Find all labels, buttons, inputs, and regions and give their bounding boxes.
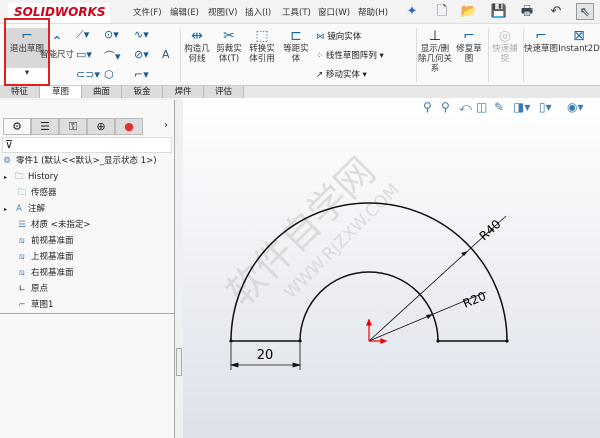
expand-icon[interactable]: ▸ xyxy=(4,206,7,213)
sensor-folder-icon: 🗀 xyxy=(17,188,27,198)
circle-icon[interactable]: ⊙▾ xyxy=(104,28,119,41)
feature-manager-panel: ⚙ ☰ ⚿ ⊕ ● › ⊽ ⚙ 零件1 (默认<<默认>_显示状态 1>) ▸ 🗀 H… xyxy=(0,100,175,438)
tree-item-history[interactable]: ▸ 🗀 History xyxy=(4,170,58,184)
open-icon[interactable]: 📂 xyxy=(460,3,478,20)
dimxpert-tab-icon[interactable]: ⊕ xyxy=(87,118,115,135)
dimension-r20-text[interactable]: R20 xyxy=(461,289,488,311)
text-icon[interactable]: A xyxy=(162,48,170,61)
menu-help[interactable]: 帮助(H) xyxy=(358,6,388,18)
highlight-box xyxy=(4,18,50,86)
command-manager: ⌐ 退出草图 ▾ ⌃ 智能尺寸 ⟋▾ ⊙▾ ∿▾ ▭▾ ⌒▾ ⊘▾ A ⊂⊃▾ ⬡ … xyxy=(0,24,600,86)
rapid-sketch-icon: ⌐ xyxy=(535,28,547,44)
tree-item-origin[interactable]: ∟ 原点 xyxy=(16,282,48,296)
construction-icon: ⇹ xyxy=(191,28,203,44)
convert-entities-button[interactable]: ⬚ 转换实体引用 xyxy=(247,28,277,64)
filter-icon[interactable]: ⊽ xyxy=(2,137,172,153)
menu-tools[interactable]: 工具(T) xyxy=(282,6,311,18)
save-icon[interactable]: 💾 xyxy=(490,3,508,20)
plane-icon: ⧅ xyxy=(19,236,25,246)
undo-icon[interactable]: ↶ xyxy=(547,3,565,20)
tab-weldments[interactable]: 焊件 xyxy=(163,86,204,98)
plane-icon: ⧅ xyxy=(19,268,25,278)
tree-root[interactable]: ⚙ 零件1 (默认<<默认>_显示状态 1>) xyxy=(1,154,156,168)
trim-icon: ✂ xyxy=(223,28,235,44)
plane-icon: ⧅ xyxy=(19,252,25,262)
mirror-entities-button[interactable]: ⋈ 镜向实体 xyxy=(316,30,361,42)
instant2d-icon: ⊠ xyxy=(573,28,585,44)
origin-icon xyxy=(366,318,388,344)
tab-surfaces[interactable]: 曲面 xyxy=(82,86,122,98)
feature-manager-tab-icon[interactable]: ⚙ xyxy=(3,118,31,135)
tab-sketch[interactable]: 草图 xyxy=(40,86,82,98)
command-tabs: 特征 草图 曲面 钣金 焊件 评估 xyxy=(0,86,600,98)
tree-item-material[interactable]: ☰ 材质 <未指定> xyxy=(16,218,90,232)
show-delete-relations-button[interactable]: ⊥ 显示/删除几何关系 xyxy=(418,28,452,74)
repair-sketch-button[interactable]: ⌐ 修复草图 xyxy=(454,28,484,64)
tree-item-right-plane[interactable]: ⧅ 右视基准面 xyxy=(16,266,73,280)
instant2d-button[interactable]: ⊠ Instant2D xyxy=(558,28,600,54)
tree-item-sketch1[interactable]: ⌐ 草图1 xyxy=(16,298,53,312)
relations-icon: ⊥ xyxy=(428,28,442,44)
tree-item-sensors[interactable]: 🗀 传感器 xyxy=(16,186,57,200)
arc-icon[interactable]: ⌒▾ xyxy=(104,48,121,64)
line-icon[interactable]: ⟋▾ xyxy=(76,28,89,42)
tab-evaluate[interactable]: 评估 xyxy=(204,86,244,98)
annotation-icon: A xyxy=(16,204,22,214)
material-icon: ☰ xyxy=(18,220,26,230)
dimension-20-text[interactable]: 20 xyxy=(257,348,274,363)
expand-icon[interactable]: ▸ xyxy=(4,174,7,181)
move-icon: ↗ xyxy=(316,70,326,80)
sketch-icon: ⌐ xyxy=(18,300,26,310)
select-icon[interactable]: ⇖ xyxy=(576,3,594,20)
linear-pattern-button[interactable]: ⁘ 线性草图阵列 ▾ xyxy=(316,49,384,61)
new-document-icon[interactable]: 🗋 xyxy=(433,3,451,20)
menu-insert[interactable]: 插入(I) xyxy=(245,6,271,18)
ellipse-icon[interactable]: ⊘▾ xyxy=(134,48,149,61)
spline-icon[interactable]: ∿▾ xyxy=(134,28,149,41)
print-icon[interactable]: 🖶 xyxy=(518,3,536,20)
move-entities-button[interactable]: ↗ 移动实体 ▾ xyxy=(316,68,367,80)
rapid-sketch-button[interactable]: ⌐ 快速草图 xyxy=(524,28,558,54)
part-icon: ⚙ xyxy=(3,156,11,166)
panel-splitter-handle[interactable] xyxy=(176,348,182,376)
property-manager-tab-icon[interactable]: ☰ xyxy=(31,118,59,135)
sketch-drawing: 软件自学网 WWW.RJZXW.COM 20 R40 R20 xyxy=(218,149,509,370)
fillet-icon[interactable]: ⌐▾ xyxy=(134,68,149,81)
tab-features[interactable]: 特征 xyxy=(0,86,40,98)
history-folder-icon: 🗀 xyxy=(14,172,24,182)
menu-view[interactable]: 视图(V) xyxy=(208,6,237,18)
pattern-icon: ⁘ xyxy=(316,51,326,61)
appearance-tab-icon[interactable]: ● xyxy=(115,118,143,135)
construction-geometry-button[interactable]: ⇹ 构造几何线 xyxy=(183,28,211,64)
pin-icon[interactable]: ✦ xyxy=(403,3,421,20)
origin-icon: ∟ xyxy=(18,284,26,294)
quick-snaps-icon: ◎ xyxy=(498,28,512,44)
title-bar: SOLIDWORKS 文件(F) 编辑(E) 视图(V) 插入(I) 工具(T)… xyxy=(0,0,600,24)
quick-snaps-button[interactable]: ◎ 快速捕捉 xyxy=(490,28,520,64)
convert-icon: ⬚ xyxy=(255,28,269,44)
configuration-manager-tab-icon[interactable]: ⚿ xyxy=(59,118,87,135)
tree-item-front-plane[interactable]: ⧅ 前视基准面 xyxy=(16,234,73,248)
graphics-area[interactable]: ⚲ ⚲ ⤺ ◫ ✎ ◨▾ ▯▾ ◉▾ 软件自学网 WWW.RJZXW.COM 2… xyxy=(183,98,600,438)
menu-edit[interactable]: 编辑(E) xyxy=(170,6,199,18)
repair-sketch-icon: ⌐ xyxy=(463,28,475,44)
offset-icon: ⊏ xyxy=(290,28,302,44)
rectangle-icon[interactable]: ▭▾ xyxy=(76,48,92,61)
offset-entities-button[interactable]: ⊏ 等距实体 xyxy=(282,28,310,64)
polygon-icon[interactable]: ⬡ xyxy=(104,68,114,81)
tab-sheet-metal[interactable]: 钣金 xyxy=(122,86,163,98)
menu-file[interactable]: 文件(F) xyxy=(133,6,162,18)
tree-item-annotations[interactable]: ▸ A 注解 xyxy=(4,202,45,216)
chevron-right-icon[interactable]: › xyxy=(164,120,168,131)
slot-icon[interactable]: ⊂⊃▾ xyxy=(76,68,100,81)
tree-item-top-plane[interactable]: ⧅ 上视基准面 xyxy=(16,250,73,264)
panel-divider xyxy=(0,313,174,314)
mirror-icon: ⋈ xyxy=(316,32,328,42)
menu-window[interactable]: 窗口(W) xyxy=(318,6,350,18)
trim-entities-button[interactable]: ✂ 剪裁实体(T) xyxy=(215,28,243,64)
